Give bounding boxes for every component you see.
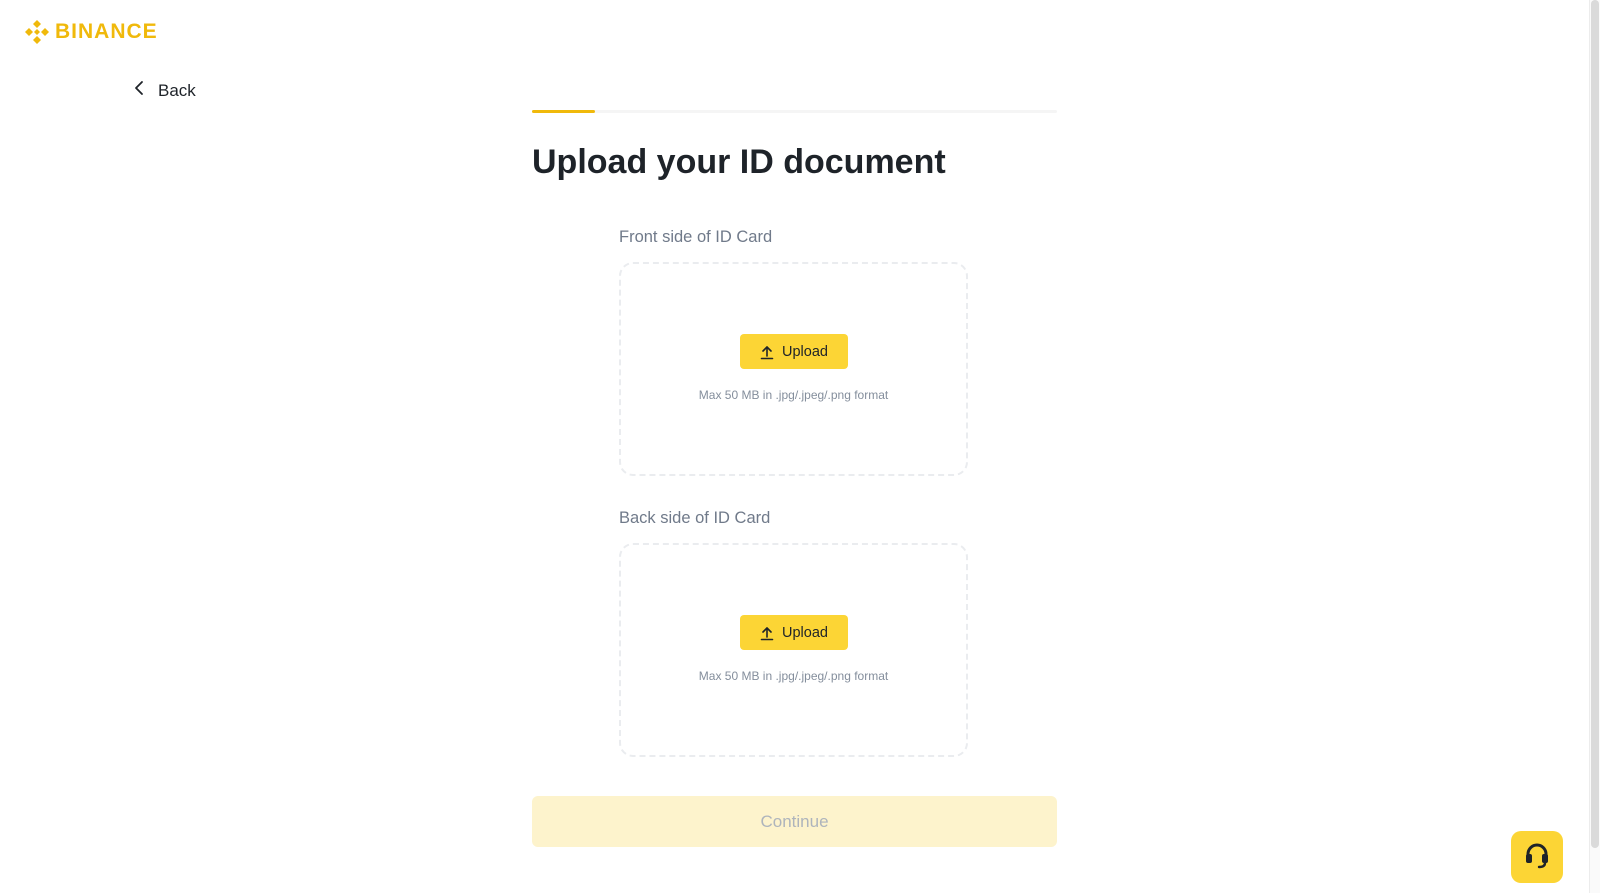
upload-icon	[760, 625, 774, 641]
front-side-dropzone[interactable]: Upload Max 50 MB in .jpg/.jpeg/.png form…	[619, 262, 968, 476]
continue-button[interactable]: Continue	[532, 796, 1057, 847]
back-upload-button[interactable]: Upload	[740, 615, 848, 650]
chevron-left-icon	[134, 80, 144, 101]
upload-icon	[760, 344, 774, 360]
binance-diamond-icon	[24, 19, 50, 45]
progress-bar	[532, 110, 1057, 113]
back-label: Back	[158, 80, 196, 100]
headset-icon	[1522, 840, 1552, 875]
front-file-hint: Max 50 MB in .jpg/.jpeg/.png format	[698, 388, 889, 402]
page: BINANCE Back Upload your ID document Fro…	[0, 0, 1600, 893]
upload-button-label: Upload	[782, 624, 828, 641]
upload-button-label: Upload	[782, 343, 828, 360]
back-button[interactable]: Back	[134, 80, 196, 101]
page-title: Upload your ID document	[532, 143, 946, 181]
back-side-label: Back side of ID Card	[619, 509, 771, 527]
progress-fill	[532, 110, 595, 113]
brand-name: BINANCE	[55, 20, 158, 43]
front-upload-button[interactable]: Upload	[740, 334, 848, 369]
back-file-hint: Max 50 MB in .jpg/.jpeg/.png format	[698, 669, 889, 683]
back-side-dropzone[interactable]: Upload Max 50 MB in .jpg/.jpeg/.png form…	[619, 543, 968, 757]
support-chat-button[interactable]	[1511, 831, 1563, 883]
front-side-label: Front side of ID Card	[619, 228, 773, 246]
binance-logo[interactable]: BINANCE	[24, 19, 158, 45]
scrollbar-thumb[interactable]	[1591, 0, 1599, 848]
page-scrollbar[interactable]	[1589, 0, 1600, 893]
